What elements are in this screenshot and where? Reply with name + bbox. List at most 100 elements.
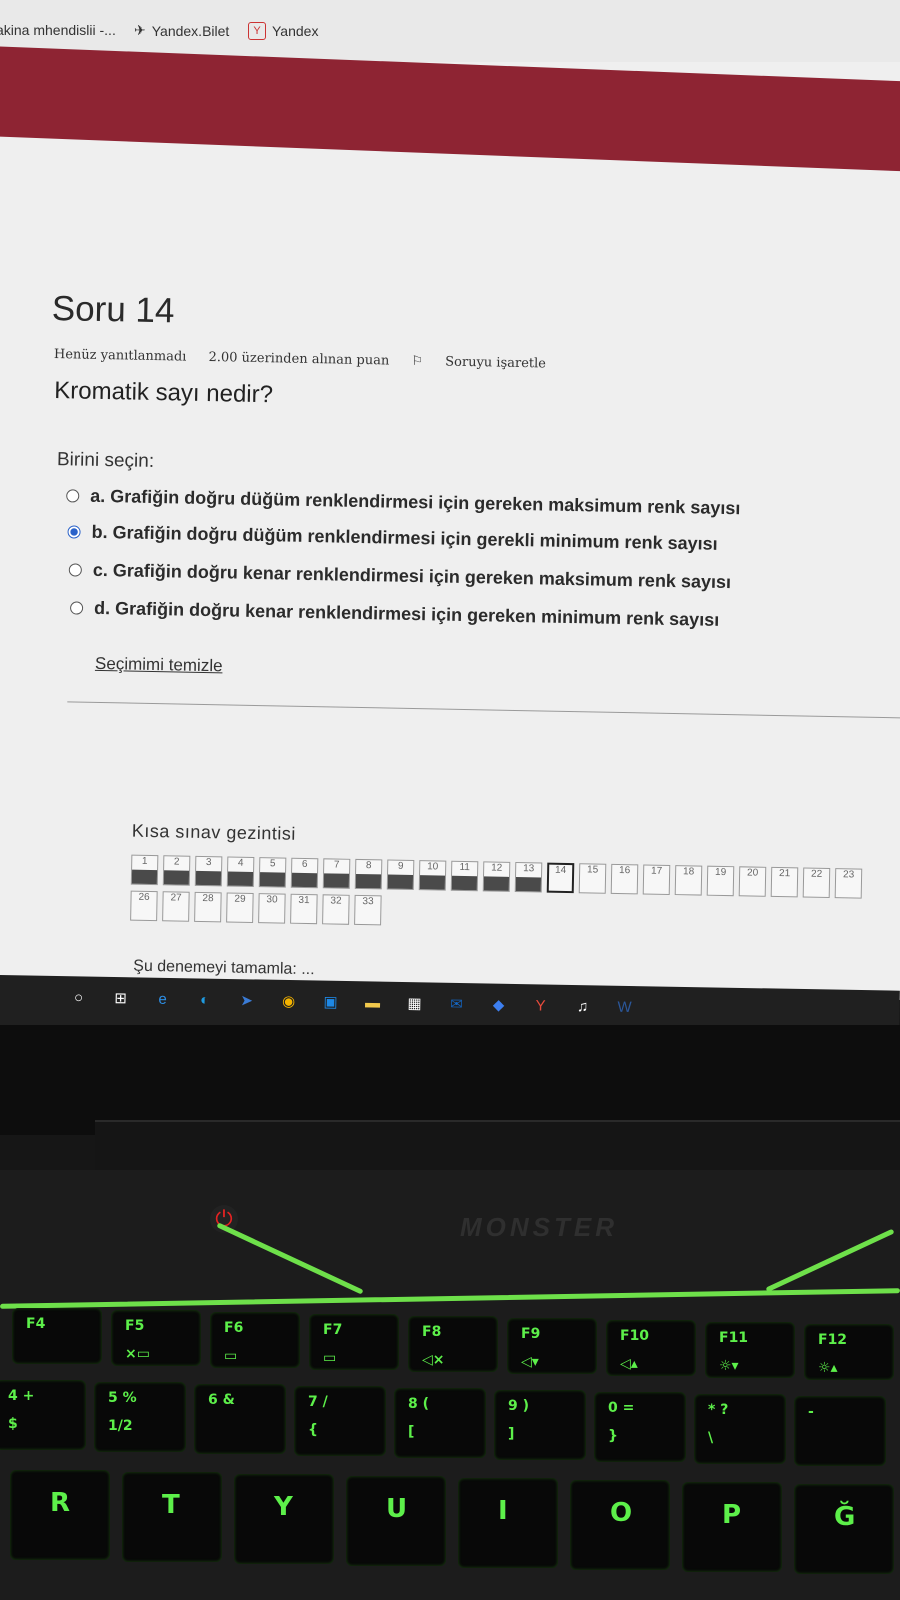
quiz-nav-button[interactable]: 28 [194, 891, 222, 923]
keyboard-key[interactable]: F8 ◁× [408, 1316, 498, 1372]
answer-option-d[interactable]: d. Grafiğin doğru kenar renklendirmesi i… [69, 597, 720, 630]
keyboard-key[interactable]: 8 ([ [394, 1388, 486, 1458]
quiz-nav-button[interactable]: 3 [194, 855, 223, 887]
keyboard-key[interactable]: F6 ▭ [210, 1312, 300, 1368]
radio-button[interactable] [66, 489, 80, 503]
quiz-nav-button[interactable]: 19 [706, 865, 735, 897]
radio-button[interactable] [68, 563, 82, 577]
question-info: Henüz yanıtlanmadı 2.00 üzerinden alınan… [54, 347, 582, 372]
keyboard-key[interactable]: R [10, 1470, 110, 1560]
drop-icon[interactable]: ◆ [487, 994, 509, 1016]
quiz-nav-button[interactable]: 20 [738, 866, 767, 897]
itunes-icon[interactable]: ♫ [571, 995, 593, 1017]
quiz-nav-button[interactable]: 29 [226, 892, 254, 923]
keyboard-key[interactable]: * ? \ [694, 1394, 786, 1464]
keyboard-key[interactable]: F5 ×▭ [111, 1310, 201, 1366]
option-label: b. Grafiğin doğru düğüm renklendirmesi i… [91, 521, 718, 554]
quiz-nav-button[interactable]: 27 [162, 891, 190, 922]
key-label: Ğ [834, 1502, 856, 1532]
quiz-nav-button[interactable]: 8 [354, 858, 383, 890]
keyboard-key[interactable]: U [346, 1476, 446, 1566]
flag-question-link[interactable]: ⚐ Soruyu işaretle [411, 354, 564, 372]
quiz-nav-button[interactable]: 5 [258, 857, 287, 888]
key-sublabel: \ [708, 1430, 714, 1446]
quiz-nav-button[interactable]: 15 [578, 863, 607, 894]
keyboard-key[interactable]: F11 ☼▾ [705, 1322, 795, 1378]
finish-attempt-link[interactable]: Şu denemeyi tamamla: ... [133, 958, 315, 979]
quiz-nav-button[interactable]: 33 [354, 894, 382, 926]
radio-button-selected[interactable] [67, 525, 81, 539]
quiz-nav-button[interactable]: 4 [226, 856, 255, 887]
quiz-nav-button[interactable]: 26 [130, 890, 158, 922]
quiz-nav-button[interactable]: 7 [322, 858, 351, 889]
keyboard-key[interactable]: 7 / { [294, 1386, 386, 1456]
yandex-browser-icon[interactable]: Y [529, 994, 551, 1016]
keyboard-key[interactable]: F7 ▭ [309, 1314, 399, 1370]
quiz-nav-button[interactable]: 17 [642, 864, 671, 895]
search-circle-icon[interactable]: ○ [67, 986, 89, 1008]
keyboard-key[interactable]: 9 )] [494, 1390, 586, 1460]
flag-label: Soruyu işaretle [445, 354, 547, 372]
quiz-nav-button[interactable]: 9 [386, 859, 415, 891]
quiz-nav-button[interactable]: 23 [834, 868, 863, 899]
quiz-nav-button[interactable]: 22 [802, 867, 831, 899]
quiz-nav-button[interactable]: 1 [130, 854, 159, 886]
flag-icon: ⚐ [411, 353, 428, 370]
calendar-icon[interactable]: ▦ [403, 992, 425, 1014]
quiz-nav-button[interactable]: 2 [162, 855, 191, 886]
key-sublabel: [ [408, 1424, 415, 1440]
browser-window: akina mhendislii -... ✈ Yandex.Bilet Y Y… [0, 0, 900, 1000]
keyboard-key[interactable]: F9 ◁▾ [507, 1318, 597, 1374]
keyboard-key[interactable]: P [682, 1482, 782, 1572]
quiz-nav-button[interactable]: 6 [290, 857, 319, 889]
task-view-icon[interactable]: ⊞ [109, 987, 131, 1009]
key-sublabel: ×▭ [125, 1346, 150, 1362]
clear-selection-link[interactable]: Seçimimi temizle [95, 654, 223, 676]
key-sublabel: 1/2 [108, 1418, 133, 1434]
quiz-nav-button[interactable]: 10 [418, 860, 447, 891]
arrow-app-icon[interactable]: ➤ [235, 989, 257, 1011]
option-label: d. Grafiğin doğru kenar renklendirmesi i… [93, 597, 720, 630]
word-icon[interactable]: W [613, 996, 635, 1018]
keyboard-key[interactable]: Ğ [794, 1484, 894, 1574]
quiz-nav-button[interactable]: 31 [290, 893, 318, 925]
question-title: Soru 14 [51, 289, 175, 331]
quiz-nav-button[interactable]: 11 [450, 860, 479, 892]
quiz-nav-button[interactable]: 13 [514, 861, 543, 893]
quiz-nav-button[interactable]: 12 [482, 861, 511, 892]
keyboard-key[interactable]: 0 =} [594, 1392, 686, 1462]
radio-button[interactable] [69, 601, 84, 615]
key-label: 0 = [608, 1400, 635, 1416]
quiz-nav-button[interactable]: 32 [322, 894, 350, 925]
keyboard-key[interactable]: 5 % 1/2 [94, 1382, 186, 1452]
file-explorer-icon[interactable]: ▬ [361, 991, 383, 1013]
quiz-nav-button[interactable]: 21 [770, 866, 799, 898]
key-sublabel: ◁× [422, 1352, 445, 1368]
keyboard-key[interactable]: - [794, 1396, 886, 1466]
chrome-icon[interactable]: ◉ [277, 990, 299, 1012]
quiz-nav-button[interactable]: 18 [674, 865, 703, 896]
quiz-nav-button[interactable]: 16 [610, 863, 639, 895]
keyboard-key[interactable]: Y [234, 1474, 334, 1564]
keyboard-key[interactable]: F12 ☼▴ [804, 1324, 894, 1380]
quiz-nav-button[interactable]: 30 [258, 893, 286, 924]
question-content: Soru 14 Henüz yanıtlanmadı 2.00 üzerinde… [0, 0, 900, 1000]
question-points: 2.00 üzerinden alınan puan [208, 350, 390, 369]
quiz-nav-button[interactable]: 14 [546, 862, 575, 894]
answer-option-c[interactable]: c. Grafiğin doğru kenar renklendirmesi i… [68, 559, 731, 593]
internet-explorer-icon[interactable]: e [151, 988, 173, 1010]
keyboard-key[interactable]: I [458, 1478, 558, 1568]
keyboard-key[interactable]: O [570, 1480, 670, 1570]
keyboard-key[interactable]: 4 + $ [0, 1380, 86, 1450]
mail-icon[interactable]: ✉ [445, 993, 467, 1015]
key-sublabel: ◁▴ [620, 1356, 638, 1372]
key-sublabel: ☼▴ [818, 1360, 838, 1376]
keyboard-key[interactable]: F10 ◁▴ [606, 1320, 696, 1376]
edge-icon[interactable]: ◐ [193, 988, 215, 1010]
store-icon[interactable]: ▣ [319, 991, 341, 1013]
answer-option-a[interactable]: a. Grafiğin doğru düğüm renklendirmesi i… [66, 485, 741, 519]
keyboard-key[interactable]: 6 & [194, 1384, 286, 1454]
keyboard-key[interactable]: T [122, 1472, 222, 1562]
keyboard-key[interactable]: F4 [12, 1308, 102, 1364]
answer-option-b[interactable]: b. Grafiğin doğru düğüm renklendirmesi i… [67, 521, 718, 554]
